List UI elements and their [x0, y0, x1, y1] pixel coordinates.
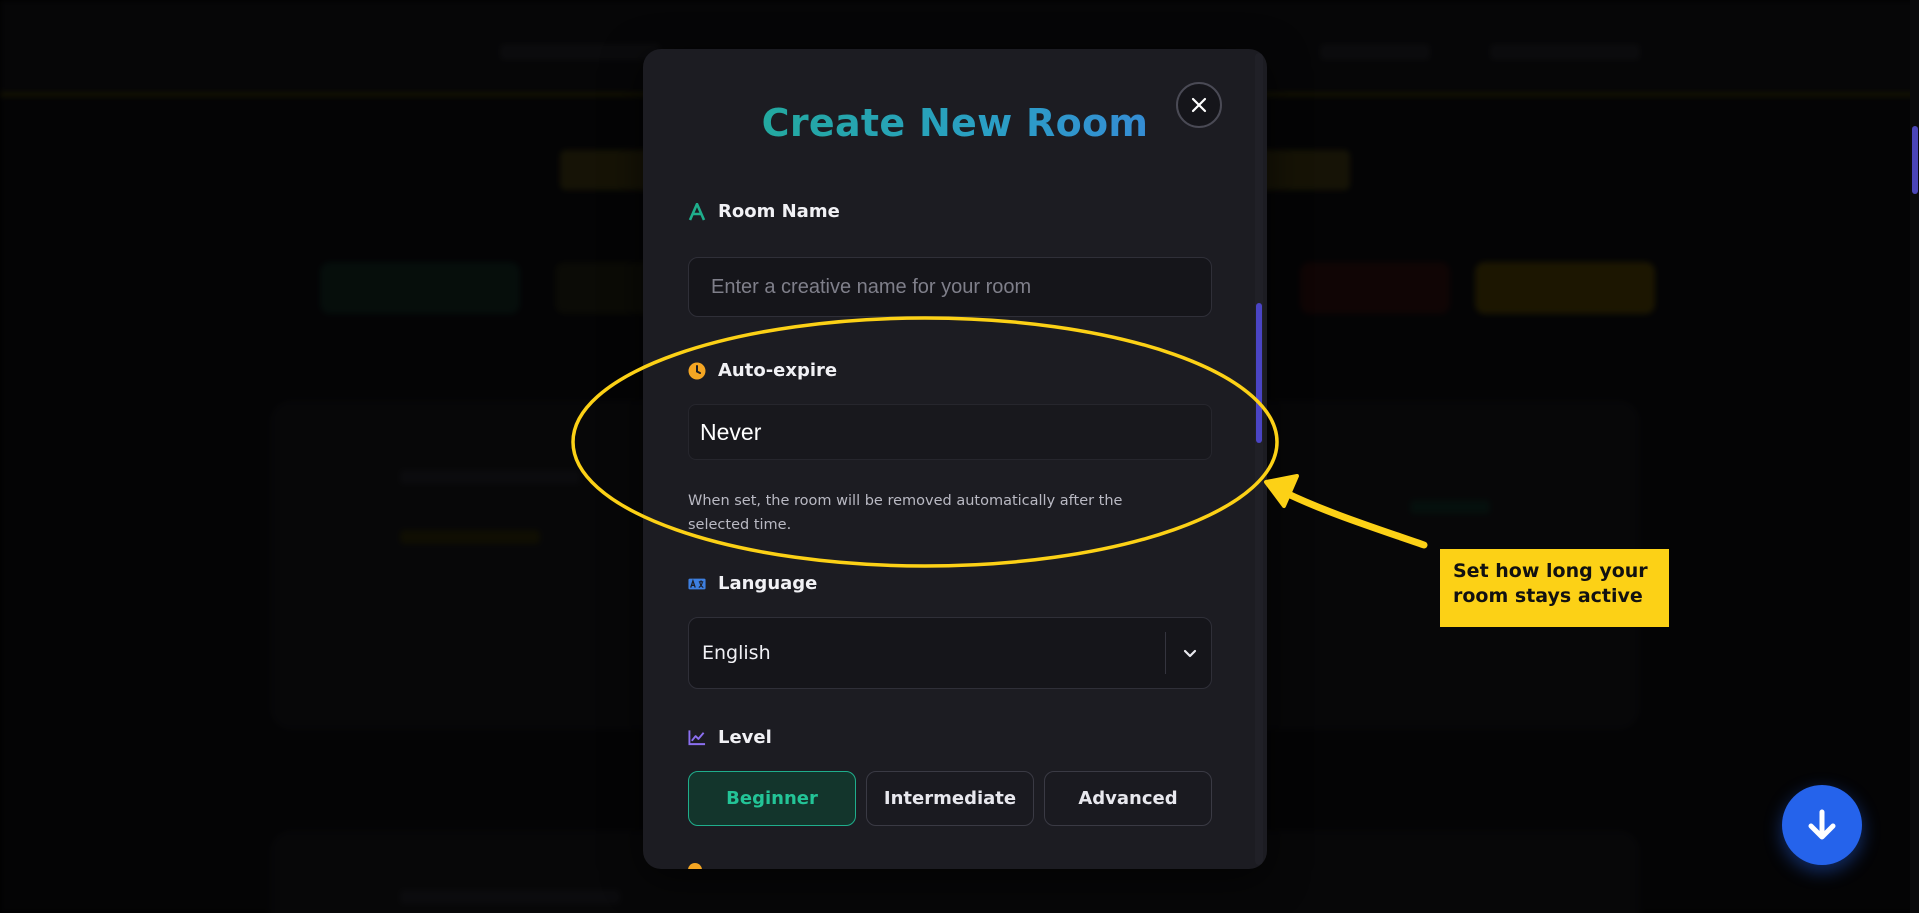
- chart-line-icon: [688, 729, 706, 747]
- auto-expire-select[interactable]: Never: [688, 404, 1212, 460]
- auto-expire-helper-text: When set, the room will be removed autom…: [688, 493, 1123, 533]
- level-beginner-button[interactable]: Beginner: [688, 771, 856, 826]
- room-name-label-text: Room Name: [718, 201, 840, 222]
- create-room-modal: Create New Room Room Name Auto-expire Ne…: [643, 49, 1267, 869]
- annotation-callout: Set how long your room stays active: [1440, 549, 1669, 627]
- modal-scrollbar[interactable]: [1255, 53, 1263, 865]
- level-advanced-button[interactable]: Advanced: [1044, 771, 1212, 826]
- next-field-icon: [688, 863, 702, 869]
- letter-a-icon: [688, 202, 706, 221]
- room-name-label: Room Name: [688, 201, 840, 222]
- close-icon: [1191, 97, 1207, 113]
- arrow-down-icon: [1808, 809, 1836, 840]
- room-name-input-wrapper: [688, 257, 1212, 317]
- translate-icon: [688, 575, 706, 593]
- level-intermediate-button[interactable]: Intermediate: [866, 771, 1034, 826]
- page-scrollbar[interactable]: [1910, 0, 1919, 913]
- chevron-down-icon[interactable]: [1177, 640, 1203, 666]
- select-divider: [1165, 632, 1166, 674]
- page-scrollbar-thumb[interactable]: [1912, 126, 1918, 194]
- level-label-text: Level: [718, 727, 772, 748]
- modal-scrollbar-thumb[interactable]: [1256, 303, 1262, 443]
- room-name-input[interactable]: [689, 258, 1211, 316]
- language-label-text: Language: [718, 573, 818, 594]
- level-label: Level: [688, 727, 772, 748]
- close-button[interactable]: [1176, 82, 1222, 128]
- language-label: Language: [688, 573, 817, 594]
- auto-expire-label-text: Auto-expire: [718, 360, 838, 381]
- clock-icon: [688, 362, 706, 380]
- language-select[interactable]: English: [688, 617, 1212, 689]
- scroll-down-button[interactable]: [1782, 785, 1862, 865]
- modal-title: Create New Room: [643, 101, 1267, 145]
- auto-expire-label: Auto-expire: [688, 360, 837, 381]
- language-selected-value: English: [702, 642, 771, 664]
